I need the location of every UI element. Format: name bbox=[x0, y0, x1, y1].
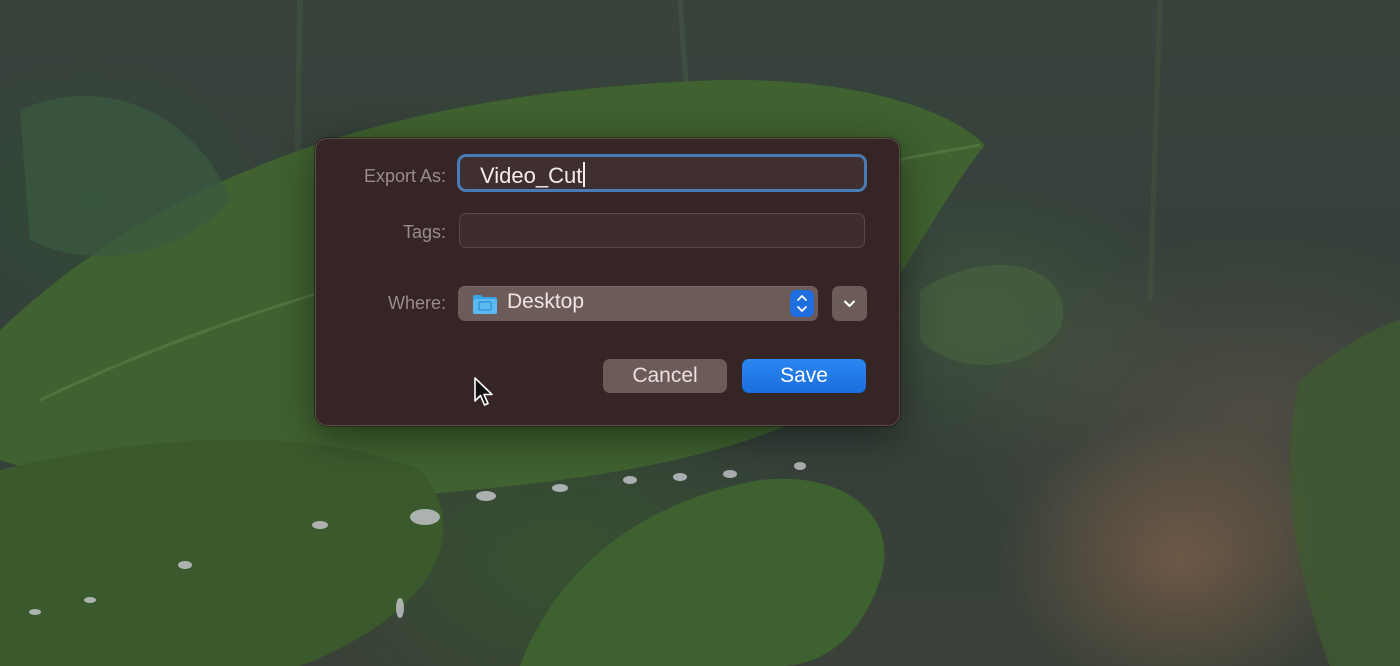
tags-field[interactable] bbox=[459, 213, 865, 248]
desktop-background: Export As: Video_Cut Tags: Where: Deskto… bbox=[0, 0, 1400, 666]
export-as-field[interactable]: Video_Cut bbox=[457, 154, 867, 192]
popup-stepper-icon bbox=[790, 290, 814, 317]
mouse-pointer-icon bbox=[474, 377, 493, 406]
export-as-value: Video_Cut bbox=[480, 163, 583, 188]
chevron-down-icon bbox=[844, 300, 855, 307]
where-label: Where: bbox=[387, 293, 446, 313]
tags-label: Tags: bbox=[402, 222, 446, 242]
cancel-button[interactable]: Cancel bbox=[603, 359, 727, 393]
where-value: Desktop bbox=[507, 290, 585, 313]
export-dialog: Export As: Video_Cut Tags: Where: Deskto… bbox=[315, 138, 900, 426]
folder-icon bbox=[473, 295, 497, 314]
text-caret bbox=[583, 162, 585, 187]
save-button[interactable]: Save bbox=[742, 359, 866, 393]
expand-dialog-button[interactable] bbox=[832, 286, 867, 321]
export-as-label: Export As: bbox=[363, 166, 446, 186]
where-popup-button[interactable]: Desktop bbox=[458, 286, 818, 321]
